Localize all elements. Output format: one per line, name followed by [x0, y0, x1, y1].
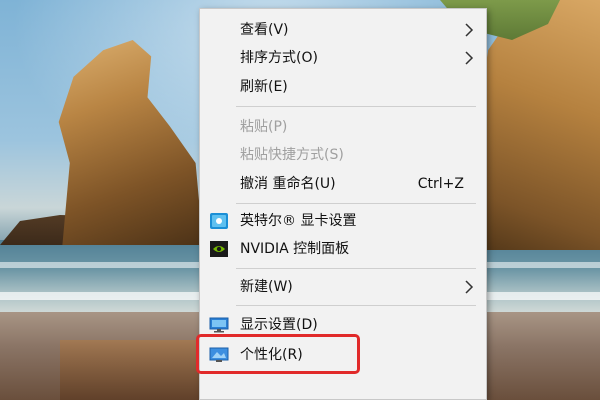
intel-graphics-icon — [210, 213, 228, 229]
menu-item-label: 查看(V) — [240, 22, 289, 38]
display-settings-icon — [209, 317, 229, 333]
menu-item-label: 新建(W) — [240, 279, 293, 295]
menu-separator — [236, 203, 476, 204]
highlight-annotation — [196, 334, 360, 374]
menu-item-sort-by[interactable]: 排序方式(O) — [200, 45, 486, 71]
desktop-background[interactable]: 查看(V) 排序方式(O) 刷新(E) 粘贴(P) 粘贴快捷方式(S) 撤消 重… — [0, 0, 600, 400]
menu-item-paste-shortcut: 粘贴快捷方式(S) — [200, 142, 486, 168]
chevron-right-icon — [465, 23, 474, 37]
chevron-right-icon — [465, 280, 474, 294]
menu-separator — [236, 106, 476, 107]
chevron-right-icon — [465, 51, 474, 65]
menu-separator — [236, 268, 476, 269]
menu-separator — [236, 305, 476, 306]
nvidia-icon — [210, 241, 228, 257]
menu-item-label: 排序方式(O) — [240, 50, 318, 66]
menu-item-label: 撤消 重命名(U) — [240, 176, 336, 192]
menu-item-view[interactable]: 查看(V) — [200, 17, 486, 43]
menu-item-new[interactable]: 新建(W) — [200, 274, 486, 300]
rock-reflection — [60, 340, 210, 400]
menu-item-paste: 粘贴(P) — [200, 114, 486, 140]
menu-item-label: 粘贴快捷方式(S) — [240, 147, 344, 163]
menu-item-nvidia-control-panel[interactable]: NVIDIA 控制面板 — [200, 236, 486, 262]
menu-item-label: NVIDIA 控制面板 — [240, 241, 350, 257]
menu-item-label: 粘贴(P) — [240, 119, 288, 135]
menu-item-shortcut: Ctrl+Z — [417, 176, 464, 192]
menu-item-intel-graphics-settings[interactable]: 英特尔® 显卡设置 — [200, 208, 486, 234]
menu-item-label: 英特尔® 显卡设置 — [240, 213, 357, 229]
menu-item-undo-rename[interactable]: 撤消 重命名(U) Ctrl+Z — [200, 171, 486, 197]
menu-item-refresh[interactable]: 刷新(E) — [200, 74, 486, 100]
menu-item-label: 刷新(E) — [240, 79, 288, 95]
